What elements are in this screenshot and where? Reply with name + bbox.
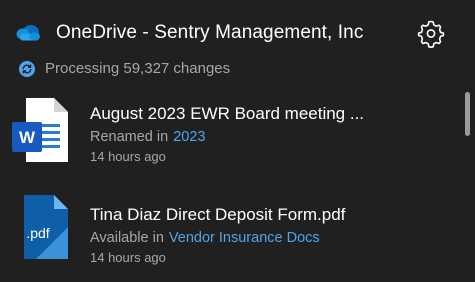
svg-text:W: W — [19, 128, 36, 147]
scrollbar-thumb[interactable] — [465, 92, 470, 136]
onedrive-activity-panel: OneDrive - Sentry Management, Inc Proces… — [0, 0, 475, 282]
panel-header: OneDrive - Sentry Management, Inc — [0, 0, 475, 56]
svg-text:.pdf: .pdf — [26, 225, 49, 241]
activity-list: W August 2023 EWR Board meeting ... Rena… — [0, 86, 460, 282]
sync-icon — [19, 61, 35, 77]
word-document-icon: W — [12, 98, 68, 162]
folder-link[interactable]: 2023 — [173, 129, 205, 145]
page-title: OneDrive - Sentry Management, Inc — [56, 22, 364, 43]
file-name: August 2023 EWR Board meeting ... — [90, 104, 365, 123]
list-item[interactable]: .pdf Tina Diaz Direct Deposit Form.pdf A… — [0, 187, 460, 277]
settings-button[interactable] — [415, 17, 447, 49]
gear-icon — [417, 20, 445, 48]
timestamp: 14 hours ago — [90, 149, 166, 164]
onedrive-cloud-icon — [16, 25, 40, 41]
file-action: Available in Vendor Insurance Docs — [90, 228, 320, 248]
file-action: Renamed in 2023 — [90, 127, 205, 147]
sync-status: Processing 59,327 changes — [0, 56, 475, 82]
action-label: Available in — [90, 230, 164, 246]
timestamp: 14 hours ago — [90, 250, 166, 265]
scrollbar[interactable] — [463, 88, 473, 282]
file-name: Tina Diaz Direct Deposit Form.pdf — [90, 205, 346, 224]
list-item[interactable]: W August 2023 EWR Board meeting ... Rena… — [0, 86, 460, 176]
status-text: Processing 59,327 changes — [45, 60, 231, 77]
folder-link[interactable]: Vendor Insurance Docs — [169, 230, 320, 246]
action-label: Renamed in — [90, 129, 169, 145]
pdf-file-icon: .pdf — [24, 195, 68, 259]
